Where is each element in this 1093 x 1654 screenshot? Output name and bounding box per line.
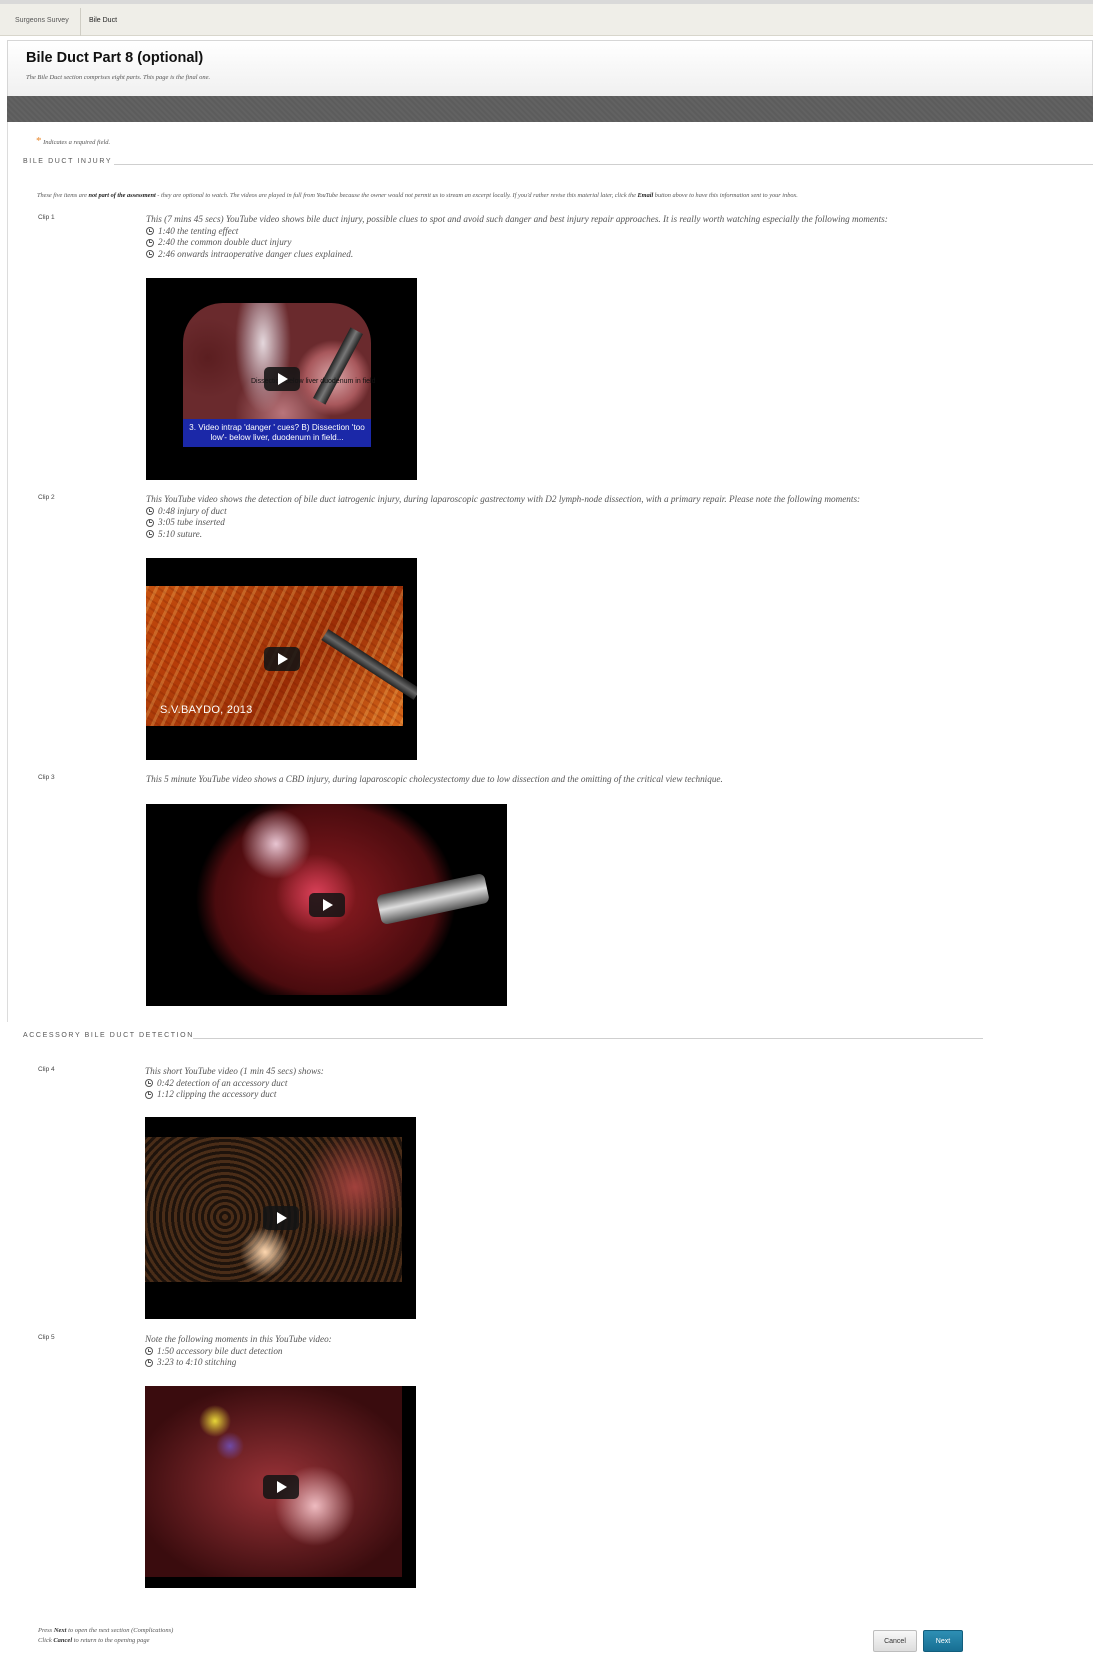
clip-5-description: Note the following moments in this YouTu… xyxy=(145,1334,1090,1369)
moment-item: 1:40 the tenting effect xyxy=(146,226,1091,238)
video-watermark: S.V.BAYDO, 2013 xyxy=(160,704,253,716)
footer-emphasis: Cancel xyxy=(53,1637,73,1644)
clip-4-label: Clip 4 xyxy=(38,1066,55,1073)
moment-item: 2:40 the common double duct injury xyxy=(146,237,1091,249)
clip-5-label: Clip 5 xyxy=(38,1334,55,1341)
moment-text: 0:48 injury of duct xyxy=(158,505,227,516)
asterisk-icon: * xyxy=(36,135,42,147)
play-button-icon[interactable] xyxy=(308,893,345,917)
moment-text: 3:05 tube inserted xyxy=(158,517,225,527)
clip-2-text: This YouTube video shows the detection o… xyxy=(146,494,861,504)
header-band xyxy=(7,96,1093,122)
intro-text-part: These five items are xyxy=(37,192,89,199)
footer-emphasis: Next xyxy=(53,1627,67,1634)
clip-1-video[interactable]: Dissection below liver duodenum in field… xyxy=(146,278,417,480)
clock-icon xyxy=(146,518,154,527)
clock-icon xyxy=(146,507,154,516)
intro-text-part: - they are optional to watch. The videos… xyxy=(155,192,638,199)
clock-icon xyxy=(145,1347,153,1356)
clip-3-label: Clip 3 xyxy=(38,774,55,781)
required-note-text: Indicates a required field. xyxy=(43,139,111,146)
breadcrumb: Surgeons Survey Bile Duct xyxy=(0,0,1093,36)
clock-icon xyxy=(145,1079,153,1088)
clip-2-video[interactable]: S.V.BAYDO, 2013 xyxy=(146,558,417,760)
section-title-bile-duct-injury: BILE DUCT INJURY xyxy=(23,158,113,165)
clip-2-description: This YouTube video shows the detection o… xyxy=(146,494,1091,540)
moment-text: 2:46 onwards intraoperative danger clues… xyxy=(158,248,354,259)
footer-instructions: Press Next to open the next section (Com… xyxy=(38,1626,173,1646)
moment-item: 1:12 clipping the accessory duct xyxy=(145,1089,1090,1101)
content-border xyxy=(7,122,8,1022)
clip-2-label: Clip 2 xyxy=(38,494,55,501)
clock-icon xyxy=(146,227,154,236)
clock-icon xyxy=(145,1358,153,1367)
clock-icon xyxy=(146,250,154,259)
breadcrumb-item-surgeons-survey[interactable]: Surgeons Survey xyxy=(15,17,69,24)
clip-3-video[interactable] xyxy=(146,804,507,1006)
moment-item: 2:46 onwards intraoperative danger clues… xyxy=(146,249,1091,261)
clip-4-description: This short YouTube video (1 min 45 secs)… xyxy=(145,1066,1090,1101)
clip-5-text: Note the following moments in this YouTu… xyxy=(145,1334,332,1344)
clip-3-description: This 5 minute YouTube video shows a CBD … xyxy=(146,774,723,784)
next-button[interactable]: Next xyxy=(923,1630,963,1652)
moment-item: 0:42 detection of an accessory duct xyxy=(145,1078,1090,1090)
breadcrumb-divider xyxy=(80,8,81,36)
page-header: Bile Duct Part 8 (optional) The Bile Duc… xyxy=(7,40,1093,96)
footer-text: Click xyxy=(38,1637,54,1644)
footer-text: to return to the opening page xyxy=(72,1637,150,1644)
breadcrumb-item-bile-duct[interactable]: Bile Duct xyxy=(89,17,117,24)
intro-emphasis: not part of the assessment xyxy=(88,192,156,199)
clock-icon xyxy=(145,1090,153,1099)
footer-line-cancel: Click Cancel to return to the opening pa… xyxy=(38,1636,173,1646)
moment-text: 5:10 suture. xyxy=(158,528,203,539)
moment-item: 0:48 injury of duct xyxy=(146,506,1091,518)
moment-item: 3:23 to 4:10 stitching xyxy=(145,1357,1090,1369)
clip-4-text: This short YouTube video (1 min 45 secs)… xyxy=(145,1066,324,1076)
clock-icon xyxy=(146,530,154,539)
video-caption: 3. Video intrap 'danger ' cues? B) Disse… xyxy=(183,419,371,447)
section-divider xyxy=(193,1038,983,1039)
clock-icon xyxy=(146,238,154,247)
clip-1-text: This (7 mins 45 secs) YouTube video show… xyxy=(146,214,888,224)
footer-text: Press xyxy=(38,1627,54,1634)
moment-text: 1:40 the tenting effect xyxy=(158,225,239,236)
intro-email-reference: Email xyxy=(637,192,654,199)
section-title-accessory-bile-duct: ACCESSORY BILE DUCT DETECTION xyxy=(23,1032,194,1039)
moment-item: 3:05 tube inserted xyxy=(146,517,1091,529)
required-note: * Indicates a required field. xyxy=(36,135,110,147)
play-button-icon[interactable] xyxy=(263,647,300,671)
moment-item: 5:10 suture. xyxy=(146,529,1091,541)
moment-text: 0:42 detection of an accessory duct xyxy=(157,1077,288,1088)
moment-text: 1:50 accessory bile duct detection xyxy=(157,1345,283,1356)
moment-text: 3:23 to 4:10 stitching xyxy=(157,1357,237,1367)
play-button-icon[interactable] xyxy=(262,1206,299,1230)
intro-text: These five items are not part of the ass… xyxy=(37,192,1093,199)
page-title: Bile Duct Part 8 (optional) xyxy=(26,50,204,66)
section-divider xyxy=(114,164,1093,165)
moment-text: 2:40 the common double duct injury xyxy=(158,237,292,247)
clip-1-label: Clip 1 xyxy=(38,214,55,221)
footer-line-next: Press Next to open the next section (Com… xyxy=(38,1626,173,1636)
play-button-icon[interactable] xyxy=(263,367,300,391)
clip-4-video[interactable] xyxy=(145,1117,416,1319)
play-button-icon[interactable] xyxy=(262,1475,299,1499)
clip-1-description: This (7 mins 45 secs) YouTube video show… xyxy=(146,214,1091,260)
cancel-button[interactable]: Cancel xyxy=(873,1630,917,1652)
footer-text: to open the next section (Complications) xyxy=(66,1627,174,1634)
page-subtitle: The Bile Duct section comprises eight pa… xyxy=(26,74,211,81)
moment-text: 1:12 clipping the accessory duct xyxy=(157,1089,277,1099)
clip-5-video[interactable] xyxy=(145,1386,416,1588)
moment-item: 1:50 accessory bile duct detection xyxy=(145,1346,1090,1358)
intro-text-part: button above to have this information se… xyxy=(653,192,798,199)
